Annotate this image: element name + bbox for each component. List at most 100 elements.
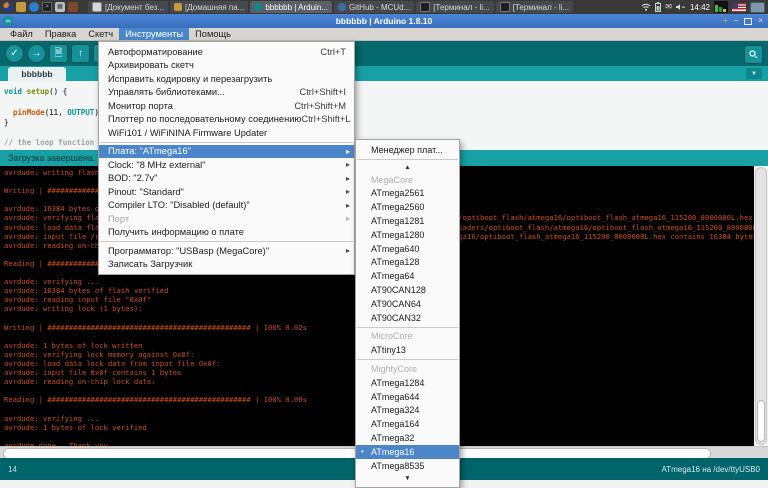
tools-menu-item-4[interactable]: Монитор портаCtrl+Shift+M xyxy=(99,99,354,113)
serial-monitor-button[interactable] xyxy=(744,45,763,64)
menu-separator xyxy=(357,327,458,328)
board-item-7[interactable]: ATmega1280 xyxy=(356,228,459,242)
new-sketch-button[interactable]: 🗎 xyxy=(49,44,68,63)
taskbar-window-2[interactable]: bbbbbb | Arduin... xyxy=(250,1,332,13)
submenu-arrow-icon: ▸ xyxy=(346,160,350,169)
menubar-item-1[interactable]: Правка xyxy=(39,28,82,40)
taskbar-window-4[interactable]: [Терминал - li... xyxy=(416,1,493,13)
menubar-item-4[interactable]: Помощь xyxy=(189,28,237,40)
workspace-pager-icon[interactable] xyxy=(750,2,765,13)
tools-menu-item-2[interactable]: Исправить кодировку и перезагрузить xyxy=(99,72,354,86)
board-item-9[interactable]: ATmega128 xyxy=(356,256,459,270)
menu-item-label: Записать Загрузчик xyxy=(108,259,192,269)
selected-bullet-icon: • xyxy=(361,447,364,456)
board-item-10[interactable]: ATmega64 xyxy=(356,269,459,283)
minimize-icon[interactable]: − xyxy=(734,17,739,25)
board-item-label: ATmega640 xyxy=(371,244,419,254)
menu-item-label: Монитор порта xyxy=(108,101,173,111)
taskbar-window-1[interactable]: [Домашняя па... xyxy=(170,1,248,13)
mail-icon[interactable]: ✉ xyxy=(665,3,672,11)
system-monitor-icon[interactable] xyxy=(714,1,728,13)
open-sketch-button[interactable]: ↑ xyxy=(71,44,90,63)
tools-menu-item-5[interactable]: Плоттер по последовательному соединениюC… xyxy=(99,113,354,127)
upload-button[interactable]: → xyxy=(27,44,46,63)
volume-icon[interactable] xyxy=(676,3,686,11)
menu-separator xyxy=(100,241,353,242)
tools-menu-item-11[interactable]: Pinout: "Standard"▸ xyxy=(99,185,354,199)
console-vertical-scrollbar[interactable] xyxy=(755,167,767,445)
media-icon[interactable] xyxy=(68,2,78,12)
board-item-0[interactable]: Менеджер плат... xyxy=(356,143,459,157)
board-item-19[interactable]: ATmega1284 xyxy=(356,376,459,390)
taskbar-window-3[interactable]: GitHub - MCUd... xyxy=(334,1,414,13)
board-item-12[interactable]: AT90CAN64 xyxy=(356,297,459,311)
tools-menu-item-8[interactable]: Плата: "ATmega16"▸ xyxy=(99,145,354,159)
line-number: 14 xyxy=(8,465,17,474)
menubar-item-0[interactable]: Файл xyxy=(4,28,39,40)
submenu-arrow-icon: ▸ xyxy=(346,214,350,223)
board-item-5[interactable]: ATmega2560 xyxy=(356,200,459,214)
taskbar-window-0[interactable]: [Документ без... xyxy=(88,1,168,13)
menu-item-label: Clock: "8 MHz external" xyxy=(108,160,206,170)
tools-menu-item-12[interactable]: Compiler LTO: "Disabled (default)"▸ xyxy=(99,199,354,213)
board-item-22[interactable]: ATmega164 xyxy=(356,417,459,431)
menu-item-label: Исправить кодировку и перезагрузить xyxy=(108,74,272,84)
battery-icon[interactable] xyxy=(655,2,661,12)
board-item-13[interactable]: AT90CAN32 xyxy=(356,311,459,325)
board-submenu: Менеджер плат...▲MegaCoreATmega2561ATmeg… xyxy=(355,139,460,488)
tools-menu-item-1[interactable]: Архивировать скетч xyxy=(99,59,354,73)
menu-item-label: Порт xyxy=(108,214,129,224)
wifi-icon[interactable] xyxy=(641,3,651,11)
tools-menu-item-17[interactable]: Записать Загрузчик xyxy=(99,258,354,272)
tools-menu-item-14[interactable]: Получить информацию о плате xyxy=(99,226,354,240)
keyboard-layout-us-flag[interactable] xyxy=(732,3,746,12)
menu-item-label: Автоформатирование xyxy=(108,47,203,57)
maximize-icon[interactable] xyxy=(744,18,752,25)
board-item-6[interactable]: ATmega1281 xyxy=(356,214,459,228)
tools-menu-item-13: Порт ▸ xyxy=(99,212,354,226)
sketch-tab[interactable]: bbbbbb xyxy=(8,67,66,81)
board-item-8[interactable]: ATmega640 xyxy=(356,242,459,256)
scroll-up-icon[interactable]: ▲ xyxy=(356,162,459,173)
menu-separator xyxy=(357,159,458,160)
tools-menu: АвтоформатированиеCtrl+TАрхивировать ске… xyxy=(98,41,355,275)
verify-button[interactable]: ✓ xyxy=(5,44,24,63)
document-window-icon xyxy=(92,2,102,12)
vertical-scrollbar-thumb[interactable] xyxy=(757,400,765,442)
file-manager-icon[interactable] xyxy=(16,2,26,12)
clock[interactable]: 14:42 xyxy=(690,3,710,12)
board-item-20[interactable]: ATmega644 xyxy=(356,390,459,404)
tools-menu-item-9[interactable]: Clock: "8 MHz external" ▸ xyxy=(99,158,354,172)
menubar-item-3[interactable]: Инструменты xyxy=(119,28,189,40)
tab-menu-button[interactable]: ▼ xyxy=(746,68,762,79)
taskbar-window-5[interactable]: [Терминал - li... xyxy=(496,1,573,13)
taskbar-window-label: bbbbbb | Arduin... xyxy=(265,3,328,12)
folder-window-icon xyxy=(174,3,182,11)
menu-item-shortcut: Ctrl+Shift+I xyxy=(299,87,346,97)
menubar-item-2[interactable]: Скетч xyxy=(82,28,119,40)
stick-window-icon[interactable]: + xyxy=(723,17,728,25)
calculator-icon[interactable]: ▦ xyxy=(55,2,65,12)
scroll-down-icon[interactable]: ▼ xyxy=(356,473,459,484)
board-item-23[interactable]: ATmega32 xyxy=(356,431,459,445)
window-controls: + − × xyxy=(723,17,768,25)
board-item-24[interactable]: •ATmega16 xyxy=(356,445,459,459)
web-browser-icon[interactable] xyxy=(29,2,39,12)
close-icon[interactable]: × xyxy=(758,17,763,25)
tools-menu-item-10[interactable]: BOD: "2.7v"▸ xyxy=(99,172,354,186)
board-item-label: ATmega2560 xyxy=(371,202,424,212)
submenu-arrow-icon: ▸ xyxy=(346,147,350,156)
tools-menu-item-3[interactable]: Управлять библиотеками...Ctrl+Shift+I xyxy=(99,86,354,100)
tools-menu-item-0[interactable]: АвтоформатированиеCtrl+T xyxy=(99,45,354,59)
board-item-16[interactable]: ATtiny13 xyxy=(356,343,459,357)
tools-menu-item-6[interactable]: WiFi101 / WiFiNINA Firmware Updater xyxy=(99,126,354,140)
browser-icon[interactable] xyxy=(3,2,13,12)
tools-menu-item-16[interactable]: Программатор: "USBasp (MegaCore)"▸ xyxy=(99,244,354,258)
menu-item-label: Pinout: "Standard" xyxy=(108,187,184,197)
board-item-11[interactable]: AT90CAN128 xyxy=(356,283,459,297)
board-item-25[interactable]: ATmega8535 xyxy=(356,459,459,473)
board-item-21[interactable]: ATmega324 xyxy=(356,404,459,418)
board-item-4[interactable]: ATmega2561 xyxy=(356,187,459,201)
board-item-label: AT90CAN64 xyxy=(371,299,421,309)
terminal-icon[interactable]: > xyxy=(42,2,52,12)
